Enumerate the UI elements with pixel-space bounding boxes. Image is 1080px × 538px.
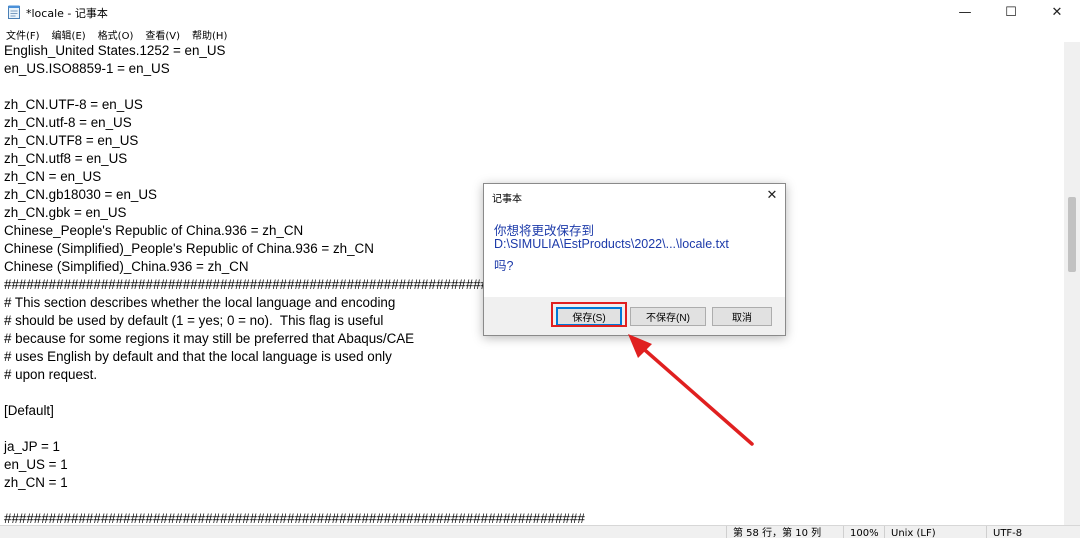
editor-line: en_US.ISO8859-1 = en_US <box>4 61 170 76</box>
editor-line: zh_CN.gbk = en_US <box>4 205 127 220</box>
dialog-file-path: D:\SIMULIA\EstProducts\2022\...\locale.t… <box>494 237 729 251</box>
status-zoom: 100% <box>843 526 886 538</box>
menu-file[interactable]: 文件(F) <box>0 24 46 42</box>
notepad-icon <box>8 5 20 19</box>
maximize-icon: ☐ <box>1005 4 1017 20</box>
close-icon: ✕ <box>766 187 778 203</box>
menu-bar: 文件(F) 编辑(E) 格式(O) 查看(V) 帮助(H) <box>0 24 1080 42</box>
editor-line: ja_JP = 1 <box>4 439 60 454</box>
editor-line: # because for some regions it may still … <box>4 331 415 346</box>
dialog-close-button[interactable]: ✕ <box>763 186 781 204</box>
close-icon: ✕ <box>1051 4 1063 20</box>
editor-line: zh_CN = en_US <box>4 169 102 184</box>
status-encoding: UTF-8 <box>986 526 1080 538</box>
editor-line: en_US = 1 <box>4 457 68 472</box>
minimize-button[interactable]: — <box>942 0 988 24</box>
red-arrow-icon <box>628 334 754 446</box>
maximize-button[interactable]: ☐ <box>988 0 1034 24</box>
editor-line: zh_CN = 1 <box>4 475 68 490</box>
editor-line: [Default] <box>4 403 54 418</box>
vertical-scrollbar[interactable] <box>1064 42 1080 525</box>
dialog-message-suffix: 吗? <box>494 259 514 273</box>
editor-line: zh_CN.gb18030 = en_US <box>4 187 157 202</box>
editor-line: ########################################… <box>4 511 585 525</box>
status-cursor-position: 第 58 行，第 10 列 <box>726 526 845 538</box>
editor-line: # should be used by default (1 = yes; 0 … <box>4 313 384 328</box>
editor-line: # upon request. <box>4 367 98 382</box>
scrollbar-thumb[interactable] <box>1068 197 1076 272</box>
menu-edit[interactable]: 编辑(E) <box>46 24 92 42</box>
editor-line: zh_CN.utf-8 = en_US <box>4 115 132 130</box>
minimize-icon: — <box>958 4 972 20</box>
title-bar: *locale - 记事本 — ☐ ✕ <box>0 0 1080 24</box>
editor-line: Chinese (Simplified)_People's Republic o… <box>4 241 374 256</box>
editor-line: zh_CN.utf8 = en_US <box>4 151 128 166</box>
editor-line: # uses English by default and that the l… <box>4 349 392 364</box>
menu-view[interactable]: 查看(V) <box>139 24 186 42</box>
window-title: *locale - 记事本 <box>26 7 108 20</box>
editor-line: # This section describes whether the loc… <box>4 295 396 310</box>
editor-line: English_United States.1252 = en_US <box>4 43 226 58</box>
menu-format[interactable]: 格式(O) <box>92 24 140 42</box>
menu-help[interactable]: 帮助(H) <box>186 24 233 42</box>
status-bar: 第 58 行，第 10 列 100% Unix (LF) UTF-8 <box>0 525 1080 538</box>
status-line-ending: Unix (LF) <box>884 526 987 538</box>
close-button[interactable]: ✕ <box>1034 0 1080 24</box>
editor-line: zh_CN.UTF8 = en_US <box>4 133 139 148</box>
editor-line: zh_CN.UTF-8 = en_US <box>4 97 143 112</box>
editor-line: Chinese (Simplified)_China.936 = zh_CN <box>4 259 249 274</box>
dialog-title: 记事本 <box>492 194 522 205</box>
editor-line: Chinese_People's Republic of China.936 =… <box>4 223 304 238</box>
